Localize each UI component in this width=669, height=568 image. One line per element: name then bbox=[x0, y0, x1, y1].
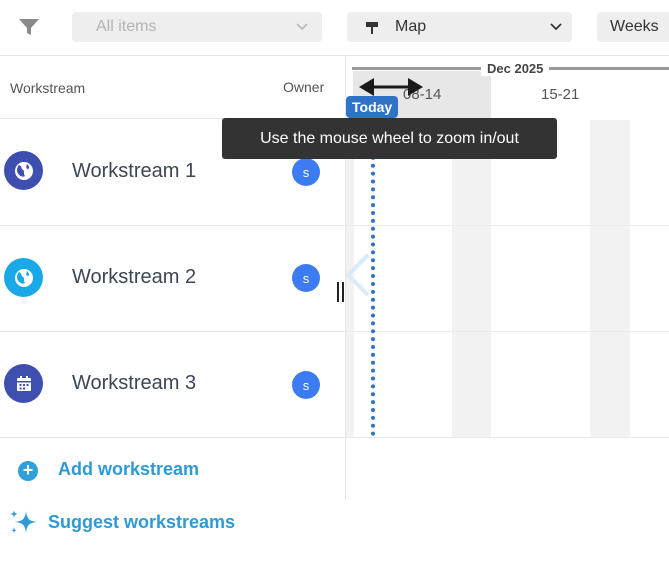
month-label: Dec 2025 bbox=[481, 61, 550, 76]
add-workstream-button[interactable]: + Add workstream bbox=[0, 450, 345, 490]
plus-circle-icon: + bbox=[18, 461, 38, 481]
workstream-name[interactable]: Workstream 1 bbox=[72, 160, 196, 183]
zoom-hint-tooltip: Use the mouse wheel to zoom in/out bbox=[222, 118, 557, 159]
workstream-name[interactable]: Workstream 3 bbox=[72, 372, 196, 395]
chevron-down-icon bbox=[296, 23, 308, 31]
suggest-workstreams-button[interactable]: Suggest workstreams bbox=[0, 505, 345, 541]
view-select-value: Map bbox=[395, 18, 427, 35]
chevron-down-icon bbox=[550, 23, 562, 31]
timeline-column-shade bbox=[452, 120, 491, 437]
globe-icon bbox=[4, 151, 43, 190]
workstream-row-3[interactable]: Workstream 3 s bbox=[0, 332, 345, 438]
add-workstream-label: Add workstream bbox=[58, 459, 200, 479]
panel-resize-handle[interactable] bbox=[336, 282, 346, 302]
owner-avatar[interactable]: s bbox=[292, 158, 320, 186]
globe-icon bbox=[4, 258, 43, 297]
today-marker-label[interactable]: Today bbox=[346, 96, 399, 118]
view-select[interactable]: Map bbox=[347, 12, 572, 42]
suggest-workstreams-label: Suggest workstreams bbox=[48, 512, 236, 532]
zoom-level-select[interactable]: Weeks bbox=[597, 12, 669, 42]
table-header: Workstream Owner bbox=[0, 57, 345, 119]
filter-icon bbox=[19, 19, 39, 35]
filter-button[interactable] bbox=[14, 14, 44, 40]
toolbar: All items Map Weeks bbox=[0, 0, 669, 56]
workstream-name[interactable]: Workstream 2 bbox=[72, 266, 196, 289]
column-header-workstream: Workstream bbox=[10, 80, 86, 96]
calendar-icon bbox=[4, 364, 43, 403]
workstream-row-2[interactable]: Workstream 2 s bbox=[0, 226, 345, 332]
timeline-row-divider bbox=[346, 437, 669, 438]
items-filter-value: All items bbox=[96, 18, 157, 35]
sparkle-icon bbox=[10, 510, 37, 534]
chevron-left-icon[interactable] bbox=[342, 252, 372, 298]
zoom-level-value: Weeks bbox=[610, 18, 659, 35]
owner-avatar[interactable]: s bbox=[292, 264, 320, 292]
timeline-row-divider bbox=[346, 331, 669, 332]
owner-avatar[interactable]: s bbox=[292, 371, 320, 399]
signpost-icon bbox=[365, 19, 381, 35]
timeline-column-shade bbox=[590, 120, 630, 437]
horizontal-resize-arrows-icon bbox=[359, 78, 423, 96]
tooltip-text: Use the mouse wheel to zoom in/out bbox=[260, 129, 519, 147]
column-header-owner: Owner bbox=[283, 79, 325, 95]
week-label: 15-21 bbox=[541, 86, 580, 103]
timeline-row-divider bbox=[346, 225, 669, 226]
items-filter-select[interactable]: All items bbox=[72, 12, 322, 42]
